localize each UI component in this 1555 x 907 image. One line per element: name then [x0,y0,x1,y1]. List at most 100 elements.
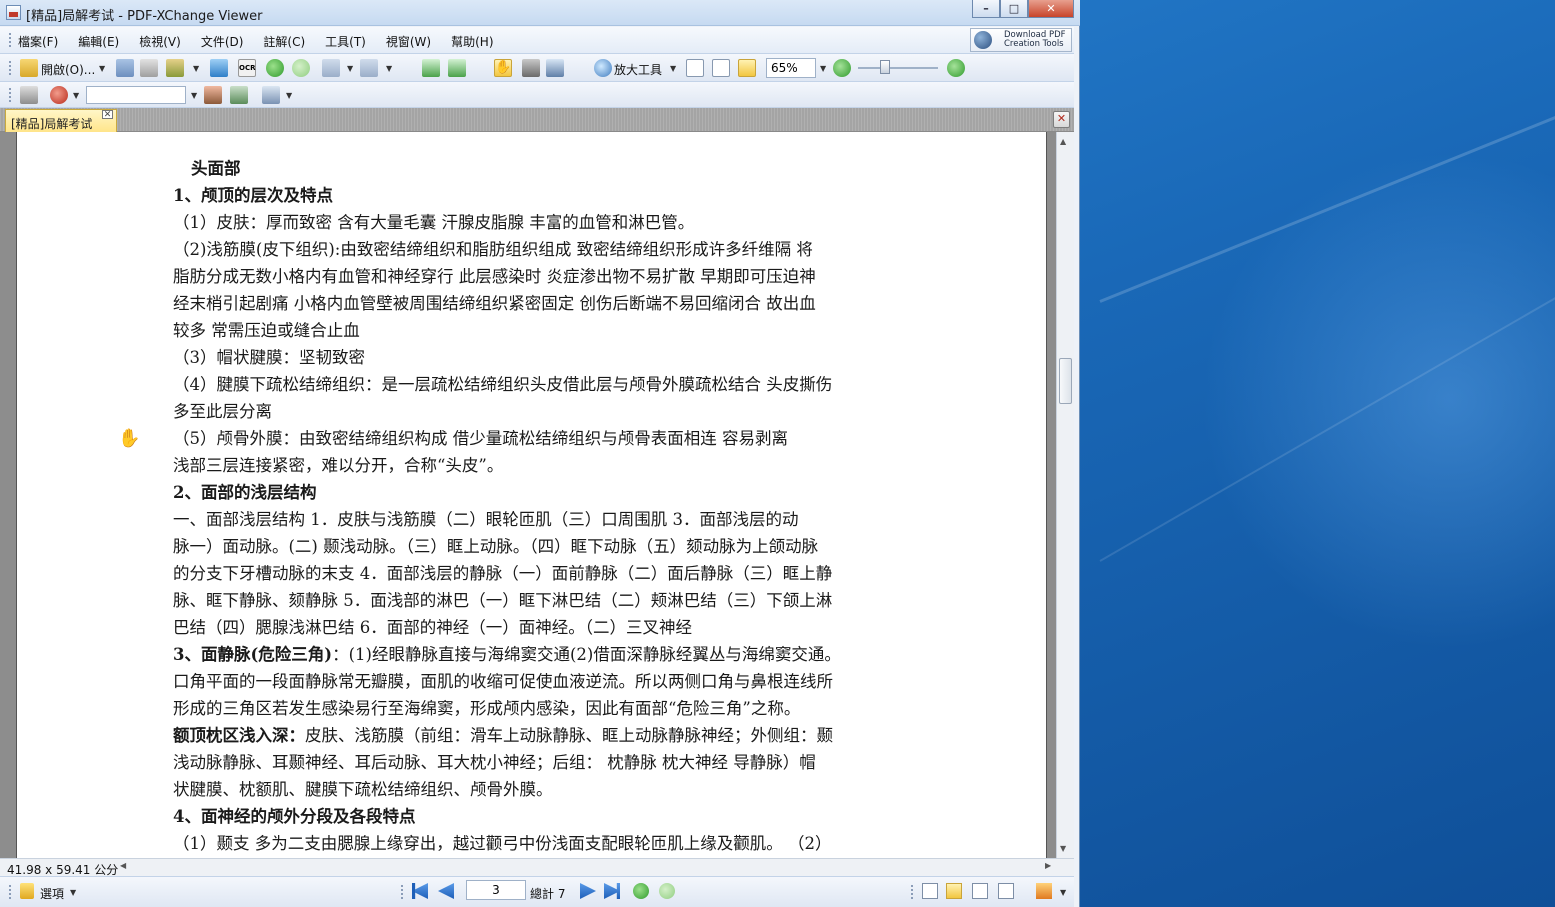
find-next-icon[interactable] [230,86,248,104]
next-view-icon[interactable] [659,883,675,899]
layout-dropdown-icon[interactable]: ▼ [1060,888,1066,897]
rotate-icon[interactable] [422,59,440,77]
text-line: （4）腱膜下疏松结缔组织：是一层疏松结缔组织头皮借此层与颅骨外膜疏松结合 头皮撕… [173,375,833,394]
continuous-page-icon[interactable] [946,883,962,899]
export-icon[interactable] [210,59,228,77]
zoom-level-input[interactable]: 65% [766,58,816,78]
next-page-icon[interactable] [580,883,596,899]
search-dropdown-icon[interactable]: ▼ [191,91,197,100]
ocr-icon[interactable]: OCR [238,59,256,77]
fit-page-icon[interactable] [712,59,730,77]
zoom-slider-track[interactable] [858,67,938,69]
open-folder-icon[interactable] [20,59,38,77]
options-flag-icon[interactable] [20,883,34,899]
page-text: 头面部 1、颅顶的层次及特点 （1）皮肤：厚而致密 含有大量毛囊 汗腺皮脂腺 丰富的… [173,155,895,857]
continuous-facing-icon[interactable] [998,883,1014,899]
menu-item-6[interactable]: 視窗(W) [386,33,431,50]
hand-tool-icon[interactable]: ✋ [494,59,512,77]
close-button[interactable]: ✕ [1028,0,1074,18]
save-icon[interactable] [116,59,134,77]
document-tab[interactable]: [精品]局解考试 ✕ [5,109,117,132]
text-line: （2)浅筋膜(皮下组织):由致密结缔组织和脂肪组织组成 致密结缔组织形成许多纤维… [173,240,813,259]
single-page-icon[interactable] [922,883,938,899]
previous-page-icon[interactable] [438,883,454,899]
fit-width-icon[interactable] [738,59,756,77]
options-button[interactable]: 選項 [40,885,64,902]
highlight-dropdown-icon[interactable]: ▼ [286,91,292,100]
title-bar[interactable]: [精品]局解考试 - PDF-XChange Viewer – □ ✕ [0,0,1080,26]
toolbar-grip[interactable] [8,60,12,76]
actual-size-icon[interactable] [686,59,704,77]
back-icon[interactable] [266,59,284,77]
menu-item-2[interactable]: 檢視(V) [139,33,181,50]
undo-icon[interactable] [322,59,340,77]
toolbar-grip[interactable] [400,884,404,900]
text-line: （1）皮肤：厚而致密 含有大量毛囊 汗腺皮脂腺 丰富的血管和淋巴管。 [173,213,695,232]
email-icon[interactable] [166,59,184,77]
options-dropdown-icon[interactable]: ▼ [70,888,76,897]
toolbar-grip[interactable] [910,884,914,900]
zoom-in-icon[interactable] [947,59,965,77]
document-viewport[interactable]: 头面部 1、颅顶的层次及特点 （1）皮肤：厚而致密 含有大量毛囊 汗腺皮脂腺 丰富的… [0,132,1074,858]
open-button[interactable]: 開啟(O)... [41,61,95,78]
zoom-tool-icon[interactable] [594,59,612,77]
first-page-icon[interactable] [412,883,428,899]
bold-heading: 3、面静脉(危险三角) [173,645,333,664]
download-line-2: Creation Tools [1004,39,1064,49]
redo-icon[interactable] [360,59,378,77]
pdf-page[interactable]: 头面部 1、颅顶的层次及特点 （1）皮肤：厚而致密 含有大量毛囊 汗腺皮脂腺 丰富的… [16,132,1047,858]
binoculars-icon[interactable] [20,86,38,104]
text-line: 头面部 [191,159,241,178]
toolbar-grip[interactable] [8,87,12,103]
text-line: 形成的三角区若发生感染易行至海绵窦，形成颅内感染，因此有面部“危险三角”之称。 [173,699,801,718]
menu-item-0[interactable]: 檔案(F) [18,33,58,50]
print-icon[interactable] [140,59,158,77]
maximize-button[interactable]: □ [1000,0,1028,18]
vertical-scrollbar[interactable]: ▲ ▼ [1056,132,1074,858]
zoom-tool-button[interactable]: 放大工具 [614,61,662,78]
window-controls: – □ ✕ [972,0,1074,18]
undo-dropdown-icon[interactable]: ▼ [347,64,353,73]
scroll-up-icon[interactable]: ▲ [1060,137,1066,146]
text-line: （3）帽状腱膜：坚韧致密 [173,348,365,367]
redo-dropdown-icon[interactable]: ▼ [386,64,392,73]
app-icon[interactable] [6,5,21,20]
email-dropdown-icon[interactable]: ▼ [193,64,199,73]
layout-options-icon[interactable] [1036,883,1052,899]
scrollbar-thumb[interactable] [1059,358,1072,404]
bold-heading: 额顶枕区浅入深： [173,726,305,745]
page-number-input[interactable]: 3 [466,880,526,900]
search-input[interactable] [86,86,186,104]
globe-icon [974,31,992,49]
minimize-button[interactable]: – [972,0,1000,18]
rotate-view-icon[interactable] [448,59,466,77]
toolbar-grip[interactable] [8,32,12,48]
facing-pages-icon[interactable] [972,883,988,899]
scroll-right-icon[interactable]: ▶ [1045,861,1051,870]
menu-item-5[interactable]: 工具(T) [325,33,366,50]
menu-item-1[interactable]: 編輯(E) [78,33,119,50]
snapshot-icon[interactable] [522,59,540,77]
menu-item-4[interactable]: 註解(C) [263,33,305,50]
select-text-icon[interactable] [546,59,564,77]
spell-check-dropdown-icon[interactable]: ▼ [73,91,79,100]
menu-item-7[interactable]: 幫助(H) [451,33,493,50]
open-dropdown-icon[interactable]: ▼ [99,64,105,73]
download-pdf-tools-button[interactable]: Download PDF Creation Tools [970,28,1072,52]
zoom-slider-thumb[interactable] [880,60,890,74]
close-document-button[interactable]: ✕ [1053,111,1070,128]
find-previous-icon[interactable] [204,86,222,104]
scroll-down-icon[interactable]: ▼ [1060,844,1066,853]
zoom-dropdown-icon[interactable]: ▼ [820,64,826,73]
last-page-icon[interactable] [604,883,620,899]
spell-check-icon[interactable] [50,86,68,104]
menu-item-3[interactable]: 文件(D) [201,33,244,50]
zoom-out-icon[interactable] [833,59,851,77]
scroll-left-icon[interactable]: ◀ [120,861,126,870]
forward-icon[interactable] [292,59,310,77]
toolbar-grip[interactable] [8,884,12,900]
tab-close-icon[interactable]: ✕ [102,110,113,120]
previous-view-icon[interactable] [633,883,649,899]
zoom-tool-dropdown-icon[interactable]: ▼ [670,64,676,73]
highlight-icon[interactable] [262,86,280,104]
